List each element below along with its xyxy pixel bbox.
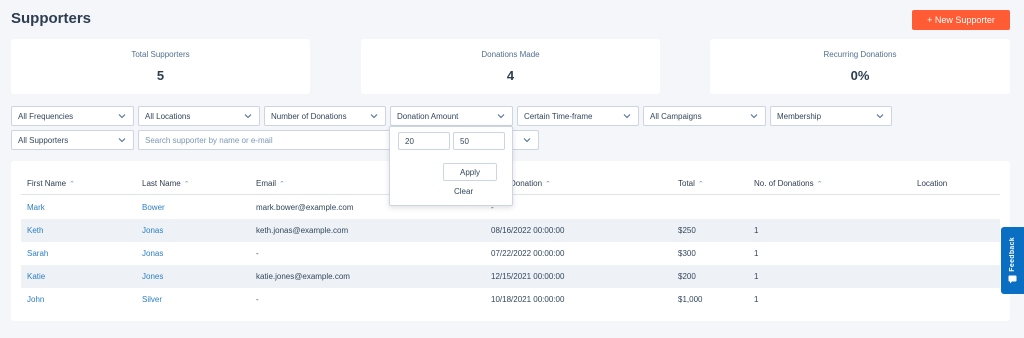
donation-amount-popover: Apply Clear: [389, 126, 513, 206]
num-donations-dropdown[interactable]: Number of Donations: [264, 106, 386, 126]
sort-icon: ⌃: [697, 180, 704, 188]
header-last-name[interactable]: Last Name ⌃: [142, 179, 190, 188]
sort-icon: ⌃: [183, 180, 190, 188]
chat-icon: [1008, 275, 1017, 284]
stat-label: Donations Made: [481, 50, 540, 59]
last-name-link[interactable]: Jones: [142, 272, 163, 281]
chevron-down-icon: [876, 114, 884, 119]
apply-button[interactable]: Apply: [443, 163, 497, 181]
chevron-down-icon: [623, 114, 631, 119]
count-cell: 1: [754, 226, 759, 235]
new-supporter-button[interactable]: + New Supporter: [912, 10, 1010, 30]
last-name-link[interactable]: Jonas: [142, 226, 163, 235]
sort-icon: ⌃: [279, 180, 285, 188]
header-label: Donation: [510, 179, 543, 188]
first-name-link[interactable]: John: [27, 295, 44, 304]
stat-value: 0%: [850, 68, 870, 83]
stat-donations-made: Donations Made 4: [361, 39, 660, 94]
chevron-down-icon: [118, 114, 126, 119]
table-row[interactable]: Sarah Jonas - 07/22/2022 00:00:00 $300 1: [21, 242, 1000, 265]
last-name-link[interactable]: Bower: [142, 203, 165, 212]
header-donation[interactable]: Donation ⌃: [510, 179, 551, 188]
dropdown-label: Certain Time-frame: [524, 111, 593, 121]
total-cell: $1,000: [678, 295, 703, 304]
sort-icon: ⌃: [69, 180, 75, 188]
table-row[interactable]: Katie Jones katie.jones@example.com 12/1…: [21, 265, 1000, 288]
locations-dropdown[interactable]: All Locations: [138, 106, 260, 126]
frequencies-dropdown[interactable]: All Frequencies: [11, 106, 134, 126]
stat-label: Total Supporters: [131, 50, 190, 59]
membership-dropdown[interactable]: Membership: [770, 106, 892, 126]
stat-recurring-donations: Recurring Donations 0%: [710, 39, 1010, 94]
header-label: Email: [256, 179, 277, 188]
email-cell: -: [256, 249, 259, 258]
feedback-tab[interactable]: Feedback: [1001, 227, 1024, 294]
header-label: Location: [917, 179, 948, 188]
chevron-down-icon: [497, 114, 505, 119]
first-name-link[interactable]: Keth: [27, 226, 43, 235]
total-cell: $200: [678, 272, 696, 281]
stat-value: 4: [506, 68, 515, 83]
email-cell: -: [256, 295, 259, 304]
stat-value: 5: [156, 68, 165, 83]
chevron-down-icon: [118, 138, 126, 143]
donation-cell: 10/18/2021 00:00:00: [491, 295, 565, 304]
first-name-link[interactable]: Sarah: [27, 249, 48, 258]
extra-filter-dropdown[interactable]: [513, 130, 539, 150]
chevron-down-icon: [750, 114, 758, 119]
first-name-link[interactable]: Katie: [27, 272, 45, 281]
dropdown-label: Number of Donations: [271, 111, 347, 121]
header-total[interactable]: Total ⌃: [678, 179, 704, 188]
donation-cell: 08/16/2022 00:00:00: [491, 226, 565, 235]
stat-total-supporters: Total Supporters 5: [11, 39, 310, 94]
amount-max-input[interactable]: [453, 132, 505, 150]
header-label: Total: [678, 179, 695, 188]
campaigns-dropdown[interactable]: All Campaigns: [643, 106, 766, 126]
supporters-dropdown[interactable]: All Supporters: [11, 130, 134, 150]
donation-cell: 12/15/2021 00:00:00: [491, 272, 565, 281]
dropdown-label: Membership: [777, 111, 822, 121]
table-row[interactable]: John Silver - 10/18/2021 00:00:00 $1,000…: [21, 288, 1000, 311]
email-cell: katie.jones@example.com: [256, 272, 350, 281]
last-name-link[interactable]: Silver: [142, 295, 162, 304]
dropdown-label: All Locations: [145, 111, 191, 121]
chevron-down-icon: [244, 114, 252, 119]
header-first-name[interactable]: First Name ⌃: [27, 179, 75, 188]
stat-label: Recurring Donations: [823, 50, 897, 59]
donation-cell: 07/22/2022 00:00:00: [491, 249, 565, 258]
amount-min-input[interactable]: [398, 132, 450, 150]
timeframe-dropdown[interactable]: Certain Time-frame: [517, 106, 639, 126]
dropdown-label: Donation Amount: [397, 111, 459, 121]
email-cell: keth.jonas@example.com: [256, 226, 349, 235]
total-cell: $250: [678, 226, 696, 235]
email-cell: mark.bower@example.com: [256, 203, 354, 212]
feedback-label: Feedback: [1009, 236, 1016, 272]
dropdown-label: All Supporters: [18, 135, 69, 145]
sort-icon: ⌃: [816, 180, 823, 188]
count-cell: 1: [754, 272, 759, 281]
header-label: Last Name: [142, 179, 181, 188]
header-label: First Name: [27, 179, 67, 188]
first-name-link[interactable]: Mark: [27, 203, 45, 212]
count-cell: 1: [754, 249, 759, 258]
header-email[interactable]: Email ⌃: [256, 179, 285, 188]
donation-amount-dropdown[interactable]: Donation Amount: [390, 106, 513, 126]
search-input[interactable]: [138, 130, 392, 150]
header-num-donations[interactable]: No. of Donations ⌃: [754, 179, 822, 188]
dropdown-label: All Frequencies: [18, 111, 74, 121]
total-cell: $300: [678, 249, 696, 258]
clear-button[interactable]: Clear: [454, 187, 473, 196]
last-name-link[interactable]: Jonas: [142, 249, 163, 258]
header-label: No. of Donations: [754, 179, 814, 188]
sort-icon: ⌃: [545, 180, 551, 188]
chevron-down-icon: [370, 114, 378, 119]
dropdown-label: All Campaigns: [650, 111, 702, 121]
chevron-down-icon: [523, 138, 531, 143]
page-title: Supporters: [11, 10, 92, 27]
count-cell: 1: [754, 295, 759, 304]
table-row[interactable]: Keth Jonas keth.jonas@example.com 08/16/…: [21, 219, 1000, 242]
header-location[interactable]: Location: [917, 179, 947, 188]
